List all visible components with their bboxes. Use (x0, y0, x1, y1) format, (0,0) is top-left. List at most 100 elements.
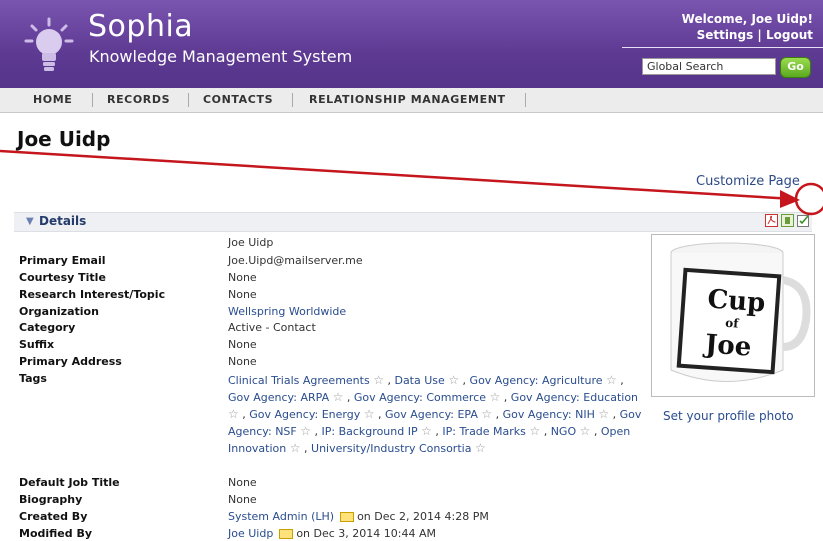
field-label: Created By (19, 510, 88, 523)
contact-name-value: Joe Uidp (228, 236, 274, 249)
user-links: Settings | Logout (697, 28, 813, 42)
nav-divider (525, 93, 526, 107)
tag-separator: , (387, 374, 391, 387)
settings-link[interactable]: Settings (697, 28, 754, 42)
star-icon[interactable]: ☆ (481, 407, 492, 421)
star-icon[interactable]: ☆ (580, 424, 591, 438)
star-icon[interactable]: ☆ (598, 407, 609, 421)
mug-text: of (725, 316, 740, 331)
welcome-text: Welcome, Joe Uidp! (681, 12, 813, 26)
tag-link[interactable]: Clinical Trials Agreements (228, 374, 370, 387)
field-label: Tags (19, 372, 47, 385)
tag-link[interactable]: Data Use (394, 374, 444, 387)
tag-separator: , (462, 374, 467, 387)
nav-divider (188, 93, 189, 107)
main-nav: HOME RECORDS CONTACTS RELATIONSHIP MANAG… (0, 88, 823, 113)
tag-link[interactable]: Gov Agency: Education (511, 391, 638, 404)
mail-icon[interactable] (339, 512, 354, 522)
star-icon[interactable]: ☆ (490, 390, 501, 404)
field-label: Organization (19, 305, 99, 318)
tag-link[interactable]: University/Industry Consortia (311, 442, 471, 455)
tag-separator: , (593, 425, 598, 438)
tag-link[interactable]: IP: Trade Marks (442, 425, 526, 438)
field-label: Category (19, 321, 76, 334)
field-value: None (228, 355, 257, 368)
mug-text: Cup (707, 284, 767, 318)
details-label: Details (39, 214, 87, 228)
tag-link[interactable]: NGO (551, 425, 576, 438)
tag-link[interactable]: Gov Agency: Energy (249, 408, 360, 421)
tag-link[interactable]: Gov Agency: NIH (503, 408, 595, 421)
organization-link[interactable]: Wellspring Worldwide (228, 305, 346, 318)
tag-link[interactable]: Gov Agency: EPA (385, 408, 478, 421)
tag-separator: , (503, 391, 508, 404)
tags-list: Clinical Trials Agreements ☆ , Data Use … (228, 372, 648, 457)
star-icon[interactable]: ☆ (448, 373, 459, 387)
star-icon[interactable]: ☆ (606, 373, 617, 387)
tag-separator: , (543, 425, 548, 438)
field-label: Research Interest/Topic (19, 288, 166, 301)
brand-subtitle: Knowledge Management System (89, 47, 353, 66)
modified-by-link[interactable]: Joe Uidp (228, 527, 273, 540)
page-title: Joe Uidp (17, 127, 111, 151)
highlight-circle (794, 182, 823, 216)
spreadsheet-icon[interactable] (781, 214, 794, 227)
created-by-link[interactable]: System Admin (LH) (228, 510, 334, 523)
logout-link[interactable]: Logout (766, 28, 813, 42)
star-icon[interactable]: ☆ (373, 373, 384, 387)
star-icon[interactable]: ☆ (333, 390, 344, 404)
created-by-value: System Admin (LH) on Dec 2, 2014 4:28 PM (228, 510, 489, 523)
pdf-icon[interactable] (765, 214, 778, 227)
mug-image: Cup of Joe (670, 242, 811, 382)
field-label: Primary Email (19, 254, 106, 267)
go-button[interactable]: Go (780, 57, 811, 78)
star-icon[interactable]: ☆ (364, 407, 375, 421)
tag-link[interactable]: Gov Agency: Agriculture (470, 374, 603, 387)
field-label: Biography (19, 493, 83, 506)
details-section-header[interactable]: ▼ Details (14, 212, 812, 232)
nav-contacts[interactable]: CONTACTS (203, 88, 273, 112)
tag-link[interactable]: Gov Agency: Commerce (354, 391, 486, 404)
modified-date: on Dec 3, 2014 10:44 AM (296, 527, 436, 540)
email-value: Joe.Uipd@mailserver.me (228, 254, 363, 267)
tag-link[interactable]: IP: Background IP (322, 425, 418, 438)
field-value: None (228, 338, 257, 351)
field-value: None (228, 476, 257, 489)
nav-divider (92, 93, 93, 107)
mail-icon[interactable] (278, 529, 293, 539)
star-icon[interactable]: ☆ (421, 424, 432, 438)
collapse-triangle-icon[interactable]: ▼ (26, 216, 34, 227)
modified-by-value: Joe Uidp on Dec 3, 2014 10:44 AM (228, 527, 436, 540)
tag-separator: , (304, 442, 308, 455)
nav-home[interactable]: HOME (33, 88, 72, 112)
star-icon[interactable]: ☆ (300, 424, 311, 438)
nav-divider (292, 93, 293, 107)
profile-photo[interactable]: Cup of Joe (651, 234, 815, 397)
field-label: Default Job Title (19, 476, 120, 489)
customize-page-link[interactable]: Customize Page (696, 174, 800, 189)
star-icon[interactable]: ☆ (529, 424, 540, 438)
tag-separator: , (314, 425, 319, 438)
global-search-input[interactable]: Global Search (642, 58, 776, 75)
tag-separator: , (612, 408, 617, 421)
tag-separator: , (346, 391, 351, 404)
star-icon[interactable]: ☆ (475, 441, 486, 455)
link-separator: | (757, 28, 762, 42)
star-icon[interactable]: ☆ (228, 407, 239, 421)
lightbulb-logo-icon (24, 17, 74, 71)
mug-text: Joe (702, 329, 752, 362)
header-divider (622, 47, 823, 48)
edit-checklist-icon[interactable] (797, 214, 810, 227)
created-date: on Dec 2, 2014 4:28 PM (357, 510, 489, 523)
brand-name: Sophia (88, 9, 194, 44)
tag-link[interactable]: Gov Agency: ARPA (228, 391, 329, 404)
star-icon[interactable]: ☆ (290, 441, 301, 455)
tag-separator: , (378, 408, 382, 421)
field-value: Active - Contact (228, 321, 316, 334)
set-profile-photo-link[interactable]: Set your profile photo (663, 409, 794, 423)
field-label: Suffix (19, 338, 55, 351)
field-label: Primary Address (19, 355, 122, 368)
nav-relationship-management[interactable]: RELATIONSHIP MANAGEMENT (309, 88, 506, 112)
tag-separator: , (435, 425, 439, 438)
nav-records[interactable]: RECORDS (107, 88, 170, 112)
